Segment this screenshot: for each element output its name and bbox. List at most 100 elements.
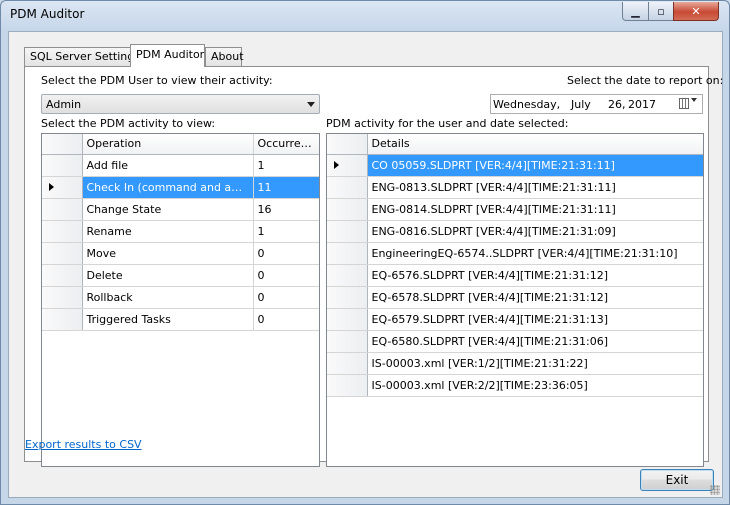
current-row-icon xyxy=(334,160,339,169)
row-header[interactable] xyxy=(42,264,83,287)
row-header[interactable] xyxy=(327,330,368,353)
table-row[interactable]: Delete 0 xyxy=(42,264,319,287)
row-header[interactable] xyxy=(42,308,83,331)
occurrence-cell[interactable]: 11 xyxy=(253,176,319,199)
table-row[interactable]: IS-00003.xml [VER:1/2][TIME:21:31:22] xyxy=(327,352,703,375)
details-cell[interactable]: EngineeringEQ-6574..SLDPRT [VER:4/4][TIM… xyxy=(367,242,703,265)
row-header[interactable] xyxy=(42,242,83,265)
calendar-icon[interactable] xyxy=(679,98,689,109)
details-cell[interactable]: EQ-6576.SLDPRT [VER:4/4][TIME:21:31:12] xyxy=(367,264,703,287)
details-cell[interactable]: ENG-0814.SLDPRT [VER:4/4][TIME:21:31:11] xyxy=(367,198,703,221)
tab-sql-server-settings[interactable]: SQL Server Settings xyxy=(24,47,140,66)
maximize-button[interactable]: ▫ xyxy=(648,2,674,21)
table-row[interactable]: Add file 1 xyxy=(42,154,319,177)
date-year[interactable]: 2017 xyxy=(628,98,656,111)
app-window: PDM Auditor ▁ ▫ ✕ SQL Server Settings PD… xyxy=(0,0,730,505)
maximize-icon: ▫ xyxy=(657,4,665,18)
row-header[interactable] xyxy=(42,198,83,221)
user-select-value: Admin xyxy=(46,98,82,111)
occurrence-cell[interactable]: 0 xyxy=(253,242,319,265)
details-cell[interactable]: ENG-0816.SLDPRT [VER:4/4][TIME:21:31:09] xyxy=(367,220,703,243)
occurrence-cell[interactable]: 0 xyxy=(253,286,319,309)
operation-cell[interactable]: Triggered Tasks xyxy=(82,308,254,331)
column-header-occurrence[interactable]: Occurrence xyxy=(253,134,319,155)
table-row[interactable]: ENG-0816.SLDPRT [VER:4/4][TIME:21:31:09] xyxy=(327,220,703,243)
table-row[interactable]: Change State 16 xyxy=(42,198,319,221)
user-select[interactable]: Admin xyxy=(41,94,320,114)
details-grid[interactable]: Details CO 05059.SLDPRT [VER:4/4][TIME:2… xyxy=(326,133,704,467)
date-day[interactable]: 26, xyxy=(608,98,626,111)
operation-cell[interactable]: Check In (command and automa... xyxy=(82,176,254,199)
row-header[interactable] xyxy=(327,176,368,199)
date-picker[interactable]: Wednesday, July 26, 2017 xyxy=(490,94,703,114)
operation-cell[interactable]: Delete xyxy=(82,264,254,287)
table-row[interactable]: Rename 1 xyxy=(42,220,319,243)
details-cell[interactable]: IS-00003.xml [VER:1/2][TIME:21:31:22] xyxy=(367,352,703,375)
minimize-button[interactable]: ▁ xyxy=(622,2,649,21)
details-cell[interactable]: ENG-0813.SLDPRT [VER:4/4][TIME:21:31:11] xyxy=(367,176,703,199)
occurrence-cell[interactable]: 1 xyxy=(253,154,319,177)
row-header[interactable] xyxy=(327,308,368,331)
table-row[interactable]: Rollback 0 xyxy=(42,286,319,309)
row-header[interactable] xyxy=(42,286,83,309)
row-header[interactable] xyxy=(327,264,368,287)
operation-cell[interactable]: Rollback xyxy=(82,286,254,309)
row-header[interactable] xyxy=(327,220,368,243)
export-csv-link[interactable]: Export results to CSV xyxy=(25,438,142,451)
table-row[interactable]: IS-00003.xml [VER:2/2][TIME:23:36:05] xyxy=(327,374,703,397)
details-cell[interactable]: CO 05059.SLDPRT [VER:4/4][TIME:21:31:11] xyxy=(367,154,703,177)
row-header[interactable] xyxy=(327,198,368,221)
operation-cell[interactable]: Rename xyxy=(82,220,254,243)
exit-button[interactable]: Exit xyxy=(640,469,714,491)
occurrence-cell[interactable]: 0 xyxy=(253,264,319,287)
table-row[interactable]: EQ-6578.SLDPRT [VER:4/4][TIME:21:31:12] xyxy=(327,286,703,309)
current-row-icon xyxy=(49,182,54,191)
chevron-down-icon xyxy=(307,102,315,107)
tab-pdm-auditor[interactable]: PDM Auditor xyxy=(130,44,205,67)
details-cell[interactable]: EQ-6578.SLDPRT [VER:4/4][TIME:21:31:12] xyxy=(367,286,703,309)
row-header-corner xyxy=(327,134,368,155)
table-row[interactable]: ENG-0814.SLDPRT [VER:4/4][TIME:21:31:11] xyxy=(327,198,703,221)
row-header[interactable] xyxy=(327,286,368,309)
date-weekday[interactable]: Wednesday, xyxy=(493,98,560,111)
close-button[interactable]: ✕ xyxy=(673,2,719,21)
operation-cell[interactable]: Add file xyxy=(82,154,254,177)
chevron-down-icon[interactable] xyxy=(691,98,697,102)
pdm-auditor-panel: Select the PDM User to view their activi… xyxy=(24,66,723,467)
details-cell[interactable]: IS-00003.xml [VER:2/2][TIME:23:36:05] xyxy=(367,374,703,397)
table-row[interactable]: ENG-0813.SLDPRT [VER:4/4][TIME:21:31:11] xyxy=(327,176,703,199)
row-header[interactable] xyxy=(327,352,368,375)
date-month[interactable]: July xyxy=(571,98,591,111)
table-row[interactable]: EQ-6579.SLDPRT [VER:4/4][TIME:21:31:13] xyxy=(327,308,703,331)
row-header[interactable] xyxy=(327,154,368,177)
details-cell[interactable]: EQ-6579.SLDPRT [VER:4/4][TIME:21:31:13] xyxy=(367,308,703,331)
details-cell[interactable]: EQ-6580.SLDPRT [VER:4/4][TIME:21:31:06] xyxy=(367,330,703,353)
table-row[interactable]: Move 0 xyxy=(42,242,319,265)
table-row[interactable]: EQ-6580.SLDPRT [VER:4/4][TIME:21:31:06] xyxy=(327,330,703,353)
table-row[interactable]: EngineeringEQ-6574..SLDPRT [VER:4/4][TIM… xyxy=(327,242,703,265)
activity-grid[interactable]: Operation Occurrence Add file 1 Check In… xyxy=(41,133,320,467)
title-bar[interactable]: PDM Auditor ▁ ▫ ✕ xyxy=(1,1,729,31)
resize-grip-icon[interactable] xyxy=(710,485,720,495)
occurrence-cell[interactable]: 1 xyxy=(253,220,319,243)
occurrence-cell[interactable]: 0 xyxy=(253,308,319,331)
column-header-details[interactable]: Details xyxy=(367,134,703,155)
table-row[interactable]: EQ-6576.SLDPRT [VER:4/4][TIME:21:31:12] xyxy=(327,264,703,287)
date-label: Select the date to report on: xyxy=(567,74,724,87)
table-row[interactable]: Check In (command and automa... 11 xyxy=(42,176,319,199)
tab-about[interactable]: About xyxy=(205,47,244,66)
client-area: SQL Server Settings PDM Auditor About Se… xyxy=(8,31,723,498)
table-row[interactable]: CO 05059.SLDPRT [VER:4/4][TIME:21:31:11] xyxy=(327,154,703,177)
column-header-operation[interactable]: Operation xyxy=(82,134,254,155)
operation-cell[interactable]: Change State xyxy=(82,198,254,221)
operation-cell[interactable]: Move xyxy=(82,242,254,265)
table-row[interactable]: Triggered Tasks 0 xyxy=(42,308,319,331)
row-header[interactable] xyxy=(42,176,83,199)
minimize-icon: ▁ xyxy=(631,4,640,18)
occurrence-cell[interactable]: 16 xyxy=(253,198,319,221)
details-grid-label: PDM activity for the user and date selec… xyxy=(326,117,569,130)
row-header[interactable] xyxy=(327,374,368,397)
row-header[interactable] xyxy=(42,154,83,177)
row-header[interactable] xyxy=(42,220,83,243)
row-header[interactable] xyxy=(327,242,368,265)
